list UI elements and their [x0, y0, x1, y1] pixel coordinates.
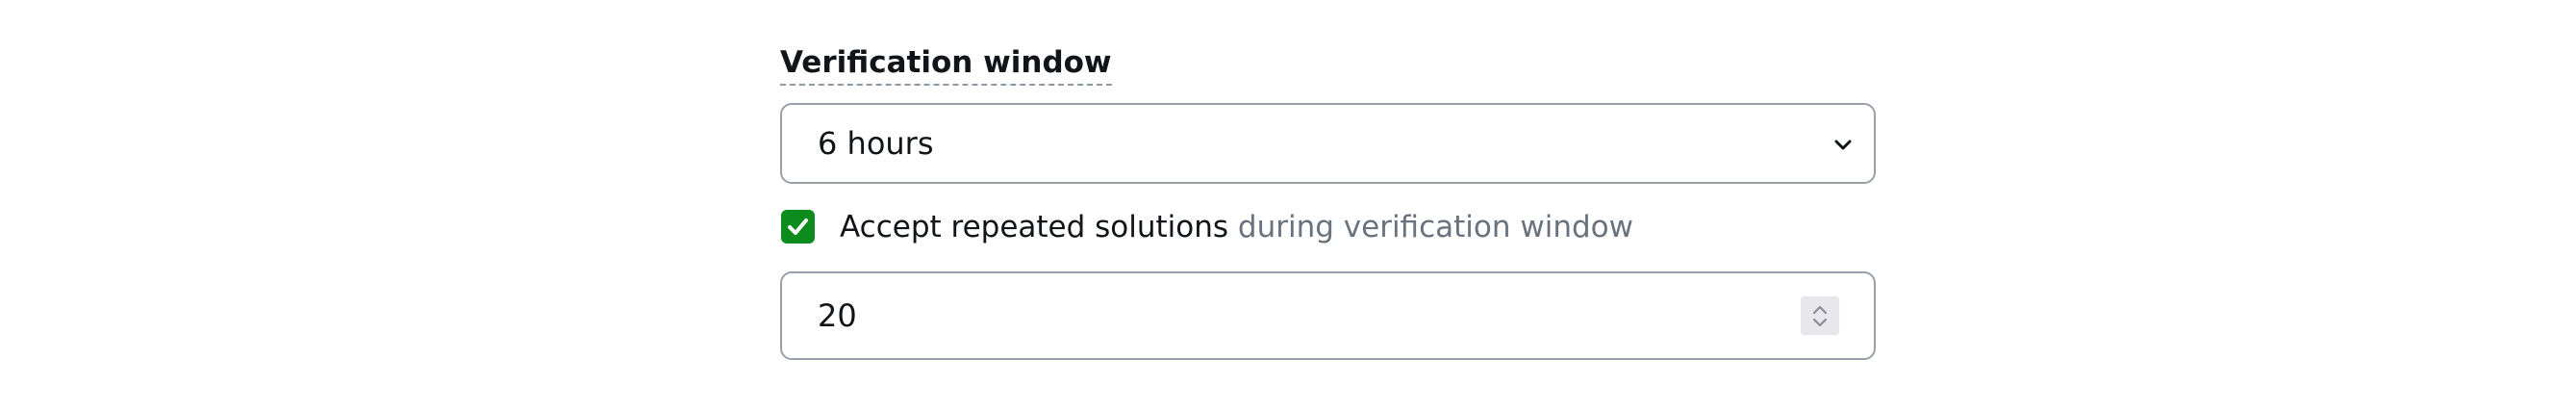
- verification-window-label: Verification window: [780, 44, 1112, 86]
- repeat-limit-number-input[interactable]: 20: [780, 271, 1876, 360]
- accept-repeated-solutions-label[interactable]: Accept repeated solutions during verific…: [840, 208, 1633, 246]
- accept-repeated-solutions-checkbox[interactable]: [781, 210, 815, 244]
- chevron-down-icon: [1831, 133, 1855, 156]
- accept-repeated-solutions-row[interactable]: Accept repeated solutions during verific…: [780, 208, 1879, 246]
- verification-window-selected-value: 6 hours: [818, 125, 934, 162]
- repeat-limit-value: 20: [818, 297, 857, 334]
- verification-settings-form: Verification window 6 hours Accept repea…: [780, 0, 1879, 411]
- spin-button-icon[interactable]: [1801, 296, 1839, 335]
- verification-window-select[interactable]: 6 hours: [780, 103, 1876, 184]
- checkbox-label-main: Accept repeated solutions: [840, 210, 1229, 244]
- checkbox-label-secondary: during verification window: [1228, 210, 1633, 244]
